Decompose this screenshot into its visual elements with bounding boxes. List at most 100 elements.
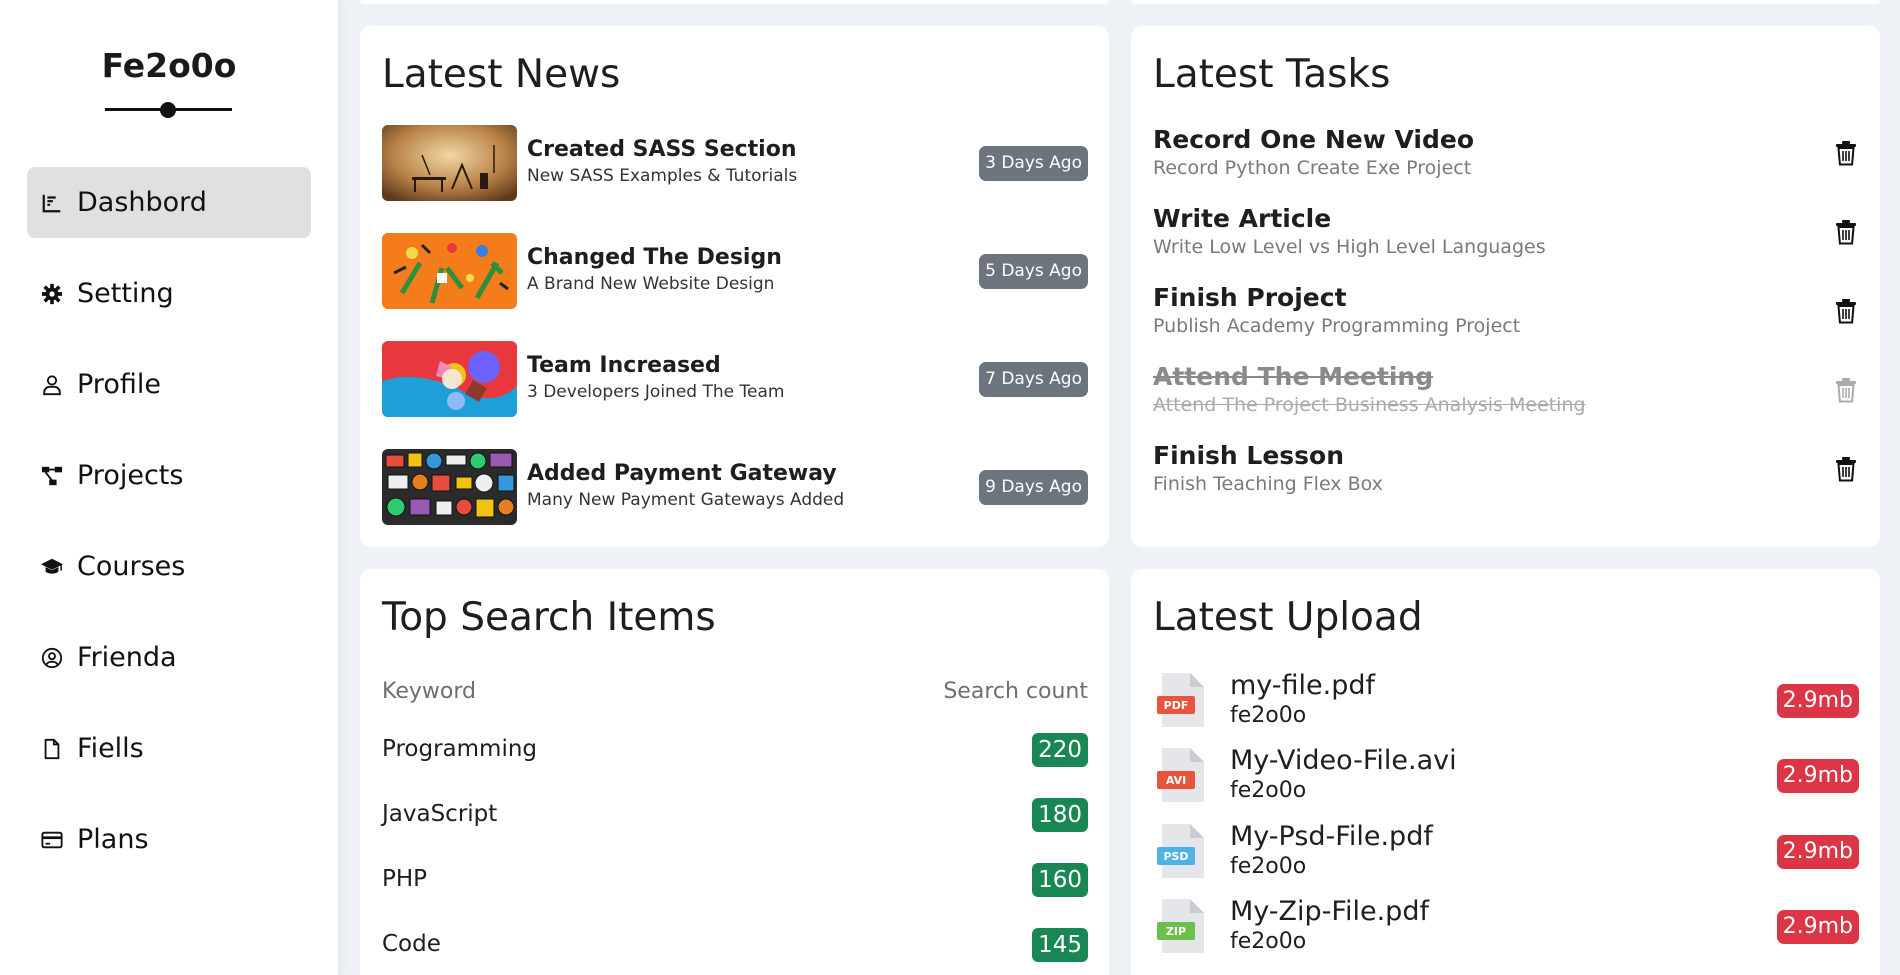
task-item-done: Attend The Meeting Attend The Project Bu… bbox=[1153, 362, 1859, 422]
search-count-badge: 220 bbox=[1032, 733, 1088, 767]
news-title: Added Payment Gateway bbox=[527, 461, 837, 486]
upload-item: PSD My-Psd-File.pdf fe2o0o 2.9mb bbox=[1153, 821, 1859, 883]
news-time-badge: 3 Days Ago bbox=[979, 146, 1088, 181]
credit-card-icon bbox=[41, 831, 63, 848]
task-item: Write Article Write Low Level vs High Le… bbox=[1153, 204, 1859, 264]
task-title: Finish Project bbox=[1153, 283, 1347, 312]
news-thumbnail bbox=[382, 125, 517, 201]
column-header-keyword: Keyword bbox=[382, 679, 476, 704]
search-table-header: Keyword Search count bbox=[382, 679, 1088, 704]
task-subtitle: Finish Teaching Flex Box bbox=[1153, 473, 1383, 495]
task-item: Finish Project Publish Academy Programmi… bbox=[1153, 283, 1859, 343]
news-thumbnail bbox=[382, 233, 517, 309]
task-title: Attend The Meeting bbox=[1153, 362, 1434, 391]
latest-upload-card: Latest Upload PDF my-file.pdf fe2o0o 2.9… bbox=[1131, 569, 1880, 975]
upload-size-badge: 2.9mb bbox=[1776, 835, 1859, 869]
previous-card-bottom bbox=[360, 0, 1109, 4]
chart-line-icon bbox=[42, 194, 61, 212]
card-title: Latest News bbox=[382, 52, 621, 97]
svg-text:AVI: AVI bbox=[1166, 774, 1186, 787]
news-item: Created SASS Section New SASS Examples &… bbox=[382, 125, 1088, 201]
search-row: JavaScript 180 bbox=[382, 798, 1088, 832]
upload-filename[interactable]: my-file.pdf bbox=[1230, 670, 1375, 701]
upload-item: AVI My-Video-File.avi fe2o0o 2.9mb bbox=[1153, 745, 1859, 807]
news-time-badge: 9 Days Ago bbox=[979, 470, 1088, 505]
logo-dot bbox=[160, 102, 176, 118]
sidebar-item-projects[interactable]: Projects bbox=[27, 440, 311, 511]
sidebar-item-label: Dashbord bbox=[77, 187, 207, 218]
task-subtitle: Attend The Project Business Analysis Mee… bbox=[1153, 394, 1586, 416]
sidebar-item-label: Setting bbox=[77, 278, 174, 309]
sidebar-item-label: Courses bbox=[77, 551, 186, 582]
upload-owner: fe2o0o bbox=[1230, 854, 1307, 879]
upload-filename[interactable]: My-Zip-File.pdf bbox=[1230, 896, 1429, 927]
latest-tasks-card: Latest Tasks Record One New Video Record… bbox=[1131, 26, 1880, 547]
top-search-card: Top Search Items Keyword Search count Pr… bbox=[360, 569, 1109, 975]
sidebar-item-dashboard[interactable]: Dashbord bbox=[27, 167, 311, 238]
news-title: Team Increased bbox=[527, 353, 721, 378]
sidebar-item-courses[interactable]: Courses bbox=[27, 531, 311, 602]
news-subtitle: 3 Developers Joined The Team bbox=[527, 382, 785, 402]
card-title: Latest Tasks bbox=[1153, 52, 1391, 97]
sidebar-item-setting[interactable]: Setting bbox=[27, 258, 311, 329]
svg-text:PDF: PDF bbox=[1164, 699, 1189, 712]
task-title: Write Article bbox=[1153, 204, 1332, 233]
upload-filename[interactable]: My-Video-File.avi bbox=[1230, 745, 1457, 776]
task-subtitle: Record Python Create Exe Project bbox=[1153, 157, 1472, 179]
upload-owner: fe2o0o bbox=[1230, 778, 1307, 803]
user-icon bbox=[43, 374, 61, 395]
user-circle-icon bbox=[41, 647, 63, 668]
diagram-project-icon bbox=[41, 466, 63, 485]
search-count-badge: 160 bbox=[1032, 863, 1088, 897]
svg-text:ZIP: ZIP bbox=[1166, 925, 1186, 938]
upload-item: ZIP My-Zip-File.pdf fe2o0o 2.9mb bbox=[1153, 896, 1859, 958]
gear-icon bbox=[41, 283, 63, 304]
search-keyword: PHP bbox=[382, 866, 428, 892]
file-icon bbox=[44, 738, 60, 759]
avi-file-icon: AVI bbox=[1157, 748, 1204, 802]
task-title: Finish Lesson bbox=[1153, 441, 1345, 470]
sidebar-item-label: Plans bbox=[77, 824, 149, 855]
sidebar-nav: Dashbord Setting Profile Projects Course… bbox=[27, 167, 311, 895]
pdf-file-icon: PDF bbox=[1157, 673, 1204, 727]
news-subtitle: New SASS Examples & Tutorials bbox=[527, 166, 798, 186]
news-thumbnail bbox=[382, 449, 517, 525]
task-title: Record One New Video bbox=[1153, 125, 1475, 154]
zip-file-icon: ZIP bbox=[1157, 899, 1204, 953]
upload-item: PDF my-file.pdf fe2o0o 2.9mb bbox=[1153, 670, 1859, 732]
trash-icon[interactable] bbox=[1835, 219, 1857, 245]
search-keyword: JavaScript bbox=[382, 801, 498, 827]
task-subtitle: Write Low Level vs High Level Languages bbox=[1153, 236, 1546, 258]
news-thumbnail bbox=[382, 341, 517, 417]
task-item: Record One New Video Record Python Creat… bbox=[1153, 125, 1859, 185]
sidebar-item-label: Profile bbox=[77, 369, 161, 400]
card-title: Latest Upload bbox=[1153, 595, 1423, 640]
brand-logo: Fe2o0o bbox=[101, 46, 237, 85]
sidebar-item-files[interactable]: Fiells bbox=[27, 713, 311, 784]
sidebar-item-label: Fiells bbox=[77, 733, 144, 764]
search-row: Programming 220 bbox=[382, 733, 1088, 767]
sidebar-item-plans[interactable]: Plans bbox=[27, 804, 311, 875]
upload-filename[interactable]: My-Psd-File.pdf bbox=[1230, 821, 1433, 852]
sidebar-item-label: Frienda bbox=[77, 642, 177, 673]
news-time-badge: 7 Days Ago bbox=[979, 362, 1088, 397]
news-subtitle: A Brand New Website Design bbox=[527, 274, 775, 294]
search-keyword: Code bbox=[382, 931, 441, 957]
task-item: Finish Lesson Finish Teaching Flex Box bbox=[1153, 441, 1859, 501]
trash-icon[interactable] bbox=[1835, 140, 1857, 166]
upload-size-badge: 2.9mb bbox=[1776, 910, 1859, 944]
sidebar-item-friends[interactable]: Frienda bbox=[27, 622, 311, 693]
search-keyword: Programming bbox=[382, 736, 538, 762]
news-title: Changed The Design bbox=[527, 245, 782, 270]
graduation-cap-icon bbox=[41, 558, 63, 574]
latest-news-card: Latest News Created SASS Section New SAS… bbox=[360, 26, 1109, 547]
news-item: Added Payment Gateway Many New Payment G… bbox=[382, 449, 1088, 525]
news-title: Created SASS Section bbox=[527, 137, 797, 162]
trash-icon[interactable] bbox=[1835, 377, 1857, 403]
trash-icon[interactable] bbox=[1835, 456, 1857, 482]
trash-icon[interactable] bbox=[1835, 298, 1857, 324]
news-item: Team Increased 3 Developers Joined The T… bbox=[382, 341, 1088, 417]
column-header-count: Search count bbox=[943, 679, 1088, 704]
sidebar-item-profile[interactable]: Profile bbox=[27, 349, 311, 420]
news-subtitle: Many New Payment Gateways Added bbox=[527, 490, 845, 510]
